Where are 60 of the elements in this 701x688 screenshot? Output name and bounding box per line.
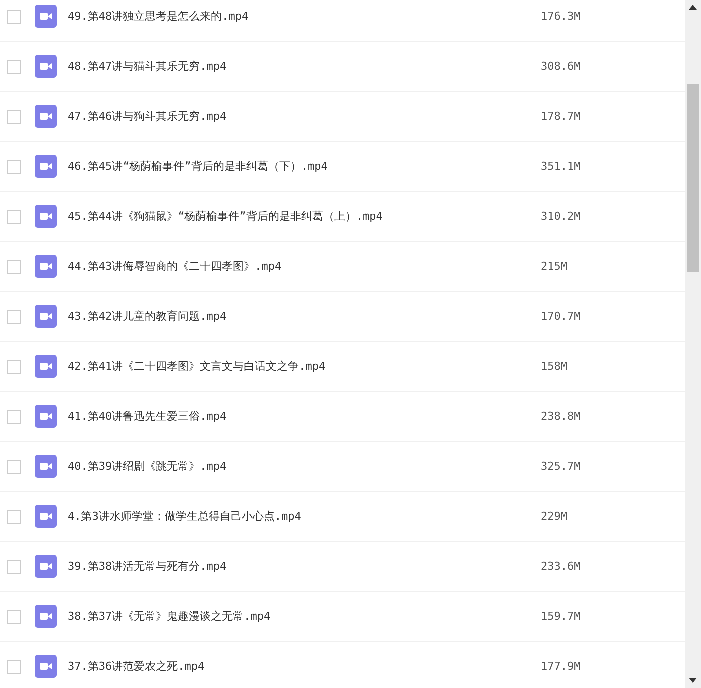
checkbox[interactable] — [7, 310, 21, 324]
file-name[interactable]: 44.第43讲侮辱智商的《二十四孝图》.mp4 — [68, 259, 538, 274]
file-name[interactable]: 45.第44讲《狗猫鼠》“杨荫榆事件”背后的是非纠葛（上）.mp4 — [68, 209, 538, 224]
file-name[interactable]: 43.第42讲儿童的教育问题.mp4 — [68, 309, 538, 324]
checkbox[interactable] — [7, 410, 21, 424]
scroll-up-icon[interactable] — [689, 5, 697, 10]
file-name[interactable]: 42.第41讲《二十四孝图》文言文与白话文之争.mp4 — [68, 359, 538, 374]
checkbox[interactable] — [7, 10, 21, 24]
video-file-icon — [35, 405, 57, 428]
file-name[interactable]: 4.第3讲水师学堂：做学生总得自己小心点.mp4 — [68, 509, 538, 524]
file-name[interactable]: 39.第38讲活无常与死有分.mp4 — [68, 559, 538, 574]
file-size: 158M — [541, 360, 568, 373]
checkbox[interactable] — [7, 560, 21, 574]
file-size: 215M — [541, 260, 568, 273]
file-size: 351.1M — [541, 160, 581, 173]
video-file-icon — [35, 655, 57, 678]
file-name[interactable]: 41.第40讲鲁迅先生爱三俗.mp4 — [68, 409, 538, 424]
file-name[interactable]: 49.第48讲独立思考是怎么来的.mp4 — [68, 9, 538, 24]
video-file-icon — [35, 555, 57, 578]
file-size: 170.7M — [541, 310, 581, 323]
video-file-icon — [35, 105, 57, 128]
file-size: 233.6M — [541, 560, 581, 573]
video-file-icon — [35, 205, 57, 228]
file-size: 159.7M — [541, 610, 581, 623]
file-name[interactable]: 47.第46讲与狗斗其乐无穷.mp4 — [68, 109, 538, 124]
video-file-icon — [35, 55, 57, 78]
file-size: 308.6M — [541, 60, 581, 73]
scrollbar-thumb[interactable] — [687, 84, 699, 272]
checkbox[interactable] — [7, 260, 21, 274]
checkbox[interactable] — [7, 460, 21, 474]
checkbox[interactable] — [7, 210, 21, 224]
file-size: 178.7M — [541, 110, 581, 123]
file-name[interactable]: 37.第36讲范爱农之死.mp4 — [68, 659, 538, 674]
file-size: 177.9M — [541, 660, 581, 673]
video-file-icon — [35, 155, 57, 178]
checkbox[interactable] — [7, 60, 21, 74]
video-file-icon — [35, 305, 57, 328]
video-file-icon — [35, 255, 57, 278]
video-file-icon — [35, 355, 57, 378]
file-size: 229M — [541, 510, 568, 523]
scrollbar[interactable] — [685, 0, 701, 688]
video-file-icon — [35, 505, 57, 528]
file-name[interactable]: 40.第39讲绍剧《跳无常》.mp4 — [68, 459, 538, 474]
file-size: 310.2M — [541, 210, 581, 223]
video-file-icon — [35, 5, 57, 28]
scroll-down-icon[interactable] — [689, 678, 697, 683]
file-size: 325.7M — [541, 460, 581, 473]
checkbox[interactable] — [7, 610, 21, 624]
video-file-icon — [35, 455, 57, 478]
file-size: 238.8M — [541, 410, 581, 423]
checkbox[interactable] — [7, 160, 21, 174]
video-file-icon — [35, 605, 57, 628]
file-size: 176.3M — [541, 10, 581, 23]
file-name[interactable]: 46.第45讲“杨荫榆事件”背后的是非纠葛（下）.mp4 — [68, 159, 538, 174]
checkbox[interactable] — [7, 110, 21, 124]
checkbox[interactable] — [7, 660, 21, 674]
file-name[interactable]: 38.第37讲《无常》鬼趣漫谈之无常.mp4 — [68, 609, 538, 624]
checkbox[interactable] — [7, 510, 21, 524]
file-name[interactable]: 48.第47讲与猫斗其乐无穷.mp4 — [68, 59, 538, 74]
checkbox[interactable] — [7, 360, 21, 374]
